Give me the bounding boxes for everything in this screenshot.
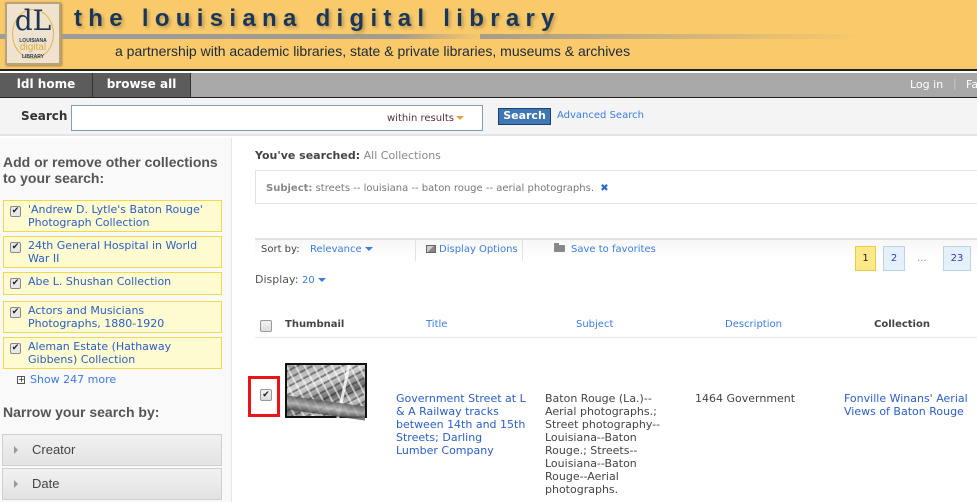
chevron-down-icon xyxy=(317,278,326,282)
column-subject-sort[interactable]: Subject xyxy=(576,319,613,330)
site-title: the louisiana digital library xyxy=(74,5,561,32)
image-icon xyxy=(426,245,436,253)
chevron-down-icon xyxy=(364,247,373,251)
collection-checkbox[interactable]: ✔ xyxy=(10,343,21,354)
searched-value: All Collections xyxy=(363,149,441,162)
display-options-label: Display Options xyxy=(439,244,518,255)
search-bar: Search within results Search Advanced Se… xyxy=(0,98,977,136)
login-link[interactable]: Log in xyxy=(910,78,943,91)
results-table-header: Thumbnail Title Subject Description Coll… xyxy=(255,313,977,338)
collection-item[interactable]: ✔ Aleman Estate (Hathaway Gibbens) Colle… xyxy=(3,337,222,369)
ldl-logo[interactable]: dL LOUISIANA digital LIBRARY xyxy=(5,2,61,65)
search-scope-label: within results xyxy=(387,113,455,124)
facet-creator[interactable]: Creator xyxy=(2,434,222,466)
collections-heading: Add or remove other collections to your … xyxy=(3,154,218,186)
pagination-ellipsis: ... xyxy=(917,253,927,264)
title-rule-fade xyxy=(480,34,860,39)
nav-separator: | xyxy=(953,77,957,90)
show-more-collections[interactable]: + Show 247 more xyxy=(17,373,116,386)
page-button[interactable]: 2 xyxy=(883,246,905,271)
logo-monogram: dL xyxy=(14,4,52,37)
show-more-label: Show 247 more xyxy=(30,373,117,386)
search-scope-dropdown[interactable]: within results xyxy=(387,113,465,124)
expand-plus-icon: + xyxy=(17,375,25,384)
result-thumbnail[interactable] xyxy=(285,363,367,421)
column-collection: Collection xyxy=(874,319,930,330)
site-header: dL LOUISIANA digital LIBRARY the louisia… xyxy=(0,0,977,71)
sort-value: Relevance xyxy=(310,244,362,255)
favorites-link[interactable]: Fa xyxy=(966,78,977,91)
display-count-value: 20 xyxy=(301,275,315,286)
page-button-last[interactable]: 23 xyxy=(943,246,971,271)
caret-right-icon xyxy=(14,446,18,454)
collection-checkbox[interactable]: ✔ xyxy=(10,307,21,318)
sort-label: Sort by: xyxy=(261,244,300,255)
collection-checkbox[interactable]: ✔ xyxy=(10,206,21,217)
select-all-checkbox[interactable] xyxy=(260,320,272,332)
display-count-label: Display: xyxy=(255,273,299,286)
column-thumbnail: Thumbnail xyxy=(285,319,345,330)
logo-text-library: LIBRARY xyxy=(21,54,45,60)
results-panel: You've searched: All Collections Subject… xyxy=(233,138,977,502)
search-label: Search xyxy=(21,109,68,123)
result-collection-link[interactable]: Fonville Winans' Aerial Views of Baton R… xyxy=(844,392,977,418)
collection-item[interactable]: ✔ Abe L. Shushan Collection xyxy=(3,272,222,295)
toolbar-divider xyxy=(522,240,523,261)
narrow-search-heading: Narrow your search by: xyxy=(3,404,160,420)
thumbnail-band xyxy=(287,395,365,421)
column-title-sort[interactable]: Title xyxy=(426,319,447,330)
display-options-button[interactable]: Display Options xyxy=(426,244,518,255)
collection-item[interactable]: ✔ 24th General Hospital in World War II xyxy=(3,236,222,268)
title-rule-left xyxy=(0,34,5,39)
title-rule xyxy=(62,34,482,39)
caret-right-icon xyxy=(14,480,18,488)
filter-field: Subject: xyxy=(266,183,313,194)
result-collection-label: Fonville Winans' Aerial Views of Baton R… xyxy=(844,392,968,418)
collection-label: Actors and Musicians Photographs, 1880-1… xyxy=(28,304,165,330)
logo-text-digital: digital xyxy=(19,42,47,53)
collection-label: 24th General Hospital in World War II xyxy=(28,239,198,265)
sidebar: Add or remove other collections to your … xyxy=(0,138,232,502)
chevron-down-icon xyxy=(456,116,465,120)
save-to-favorites-label: Save to favorites xyxy=(571,244,656,255)
advanced-search-link[interactable]: Advanced Search xyxy=(557,110,644,121)
folder-icon xyxy=(554,243,565,252)
result-description: 1464 Government xyxy=(695,392,796,405)
result-title-link[interactable]: Government Street at L & A Railway track… xyxy=(396,392,526,457)
collection-label: 'Andrew D. Lytle's Baton Rouge' Photogra… xyxy=(28,203,203,229)
collection-item[interactable]: ✔ Actors and Musicians Photographs, 1880… xyxy=(3,301,222,333)
collection-label: Abe L. Shushan Collection xyxy=(28,275,172,288)
remove-filter-icon[interactable]: ✖ xyxy=(600,183,608,194)
collection-checkbox[interactable]: ✔ xyxy=(10,278,21,289)
toolbar-divider xyxy=(415,240,416,261)
save-to-favorites-button[interactable]: Save to favorites xyxy=(554,243,656,255)
filter-value: streets -- louisiana -- baton rouge -- a… xyxy=(315,183,595,194)
nav-ldl-home[interactable]: ldl home xyxy=(0,73,93,97)
row-checkbox[interactable]: ✔ xyxy=(260,389,272,401)
display-count-dropdown[interactable]: 20 xyxy=(302,275,326,286)
page-button-current[interactable]: 1 xyxy=(855,246,876,271)
top-nav: ldl home browse all Log in | Fa xyxy=(0,73,977,98)
collection-item[interactable]: ✔ 'Andrew D. Lytle's Baton Rouge' Photog… xyxy=(3,200,222,232)
searched-summary: You've searched: All Collections xyxy=(255,149,441,162)
result-subject: Baton Rouge (La.)--Aerial photographs.; … xyxy=(545,392,661,496)
collection-label: Aleman Estate (Hathaway Gibbens) Collect… xyxy=(28,340,172,366)
table-row: ✔ Government Street at L & A Railway tra… xyxy=(233,360,977,502)
collection-checkbox[interactable]: ✔ xyxy=(10,242,21,253)
filter-chip: Subject: streets -- louisiana -- baton r… xyxy=(266,183,609,194)
sort-dropdown[interactable]: Relevance xyxy=(310,244,373,255)
nav-browse-all[interactable]: browse all xyxy=(93,73,191,97)
facet-label: Date xyxy=(32,476,60,491)
display-count: Display: 20 xyxy=(255,273,326,286)
searched-label: You've searched: xyxy=(255,149,361,162)
search-button[interactable]: Search xyxy=(498,108,551,125)
column-description-sort[interactable]: Description xyxy=(725,319,782,330)
site-tagline: a partnership with academic libraries, s… xyxy=(115,43,631,59)
active-filters: Subject: streets -- louisiana -- baton r… xyxy=(255,170,977,204)
facet-date[interactable]: Date xyxy=(2,468,222,500)
facet-label: Creator xyxy=(32,442,76,457)
